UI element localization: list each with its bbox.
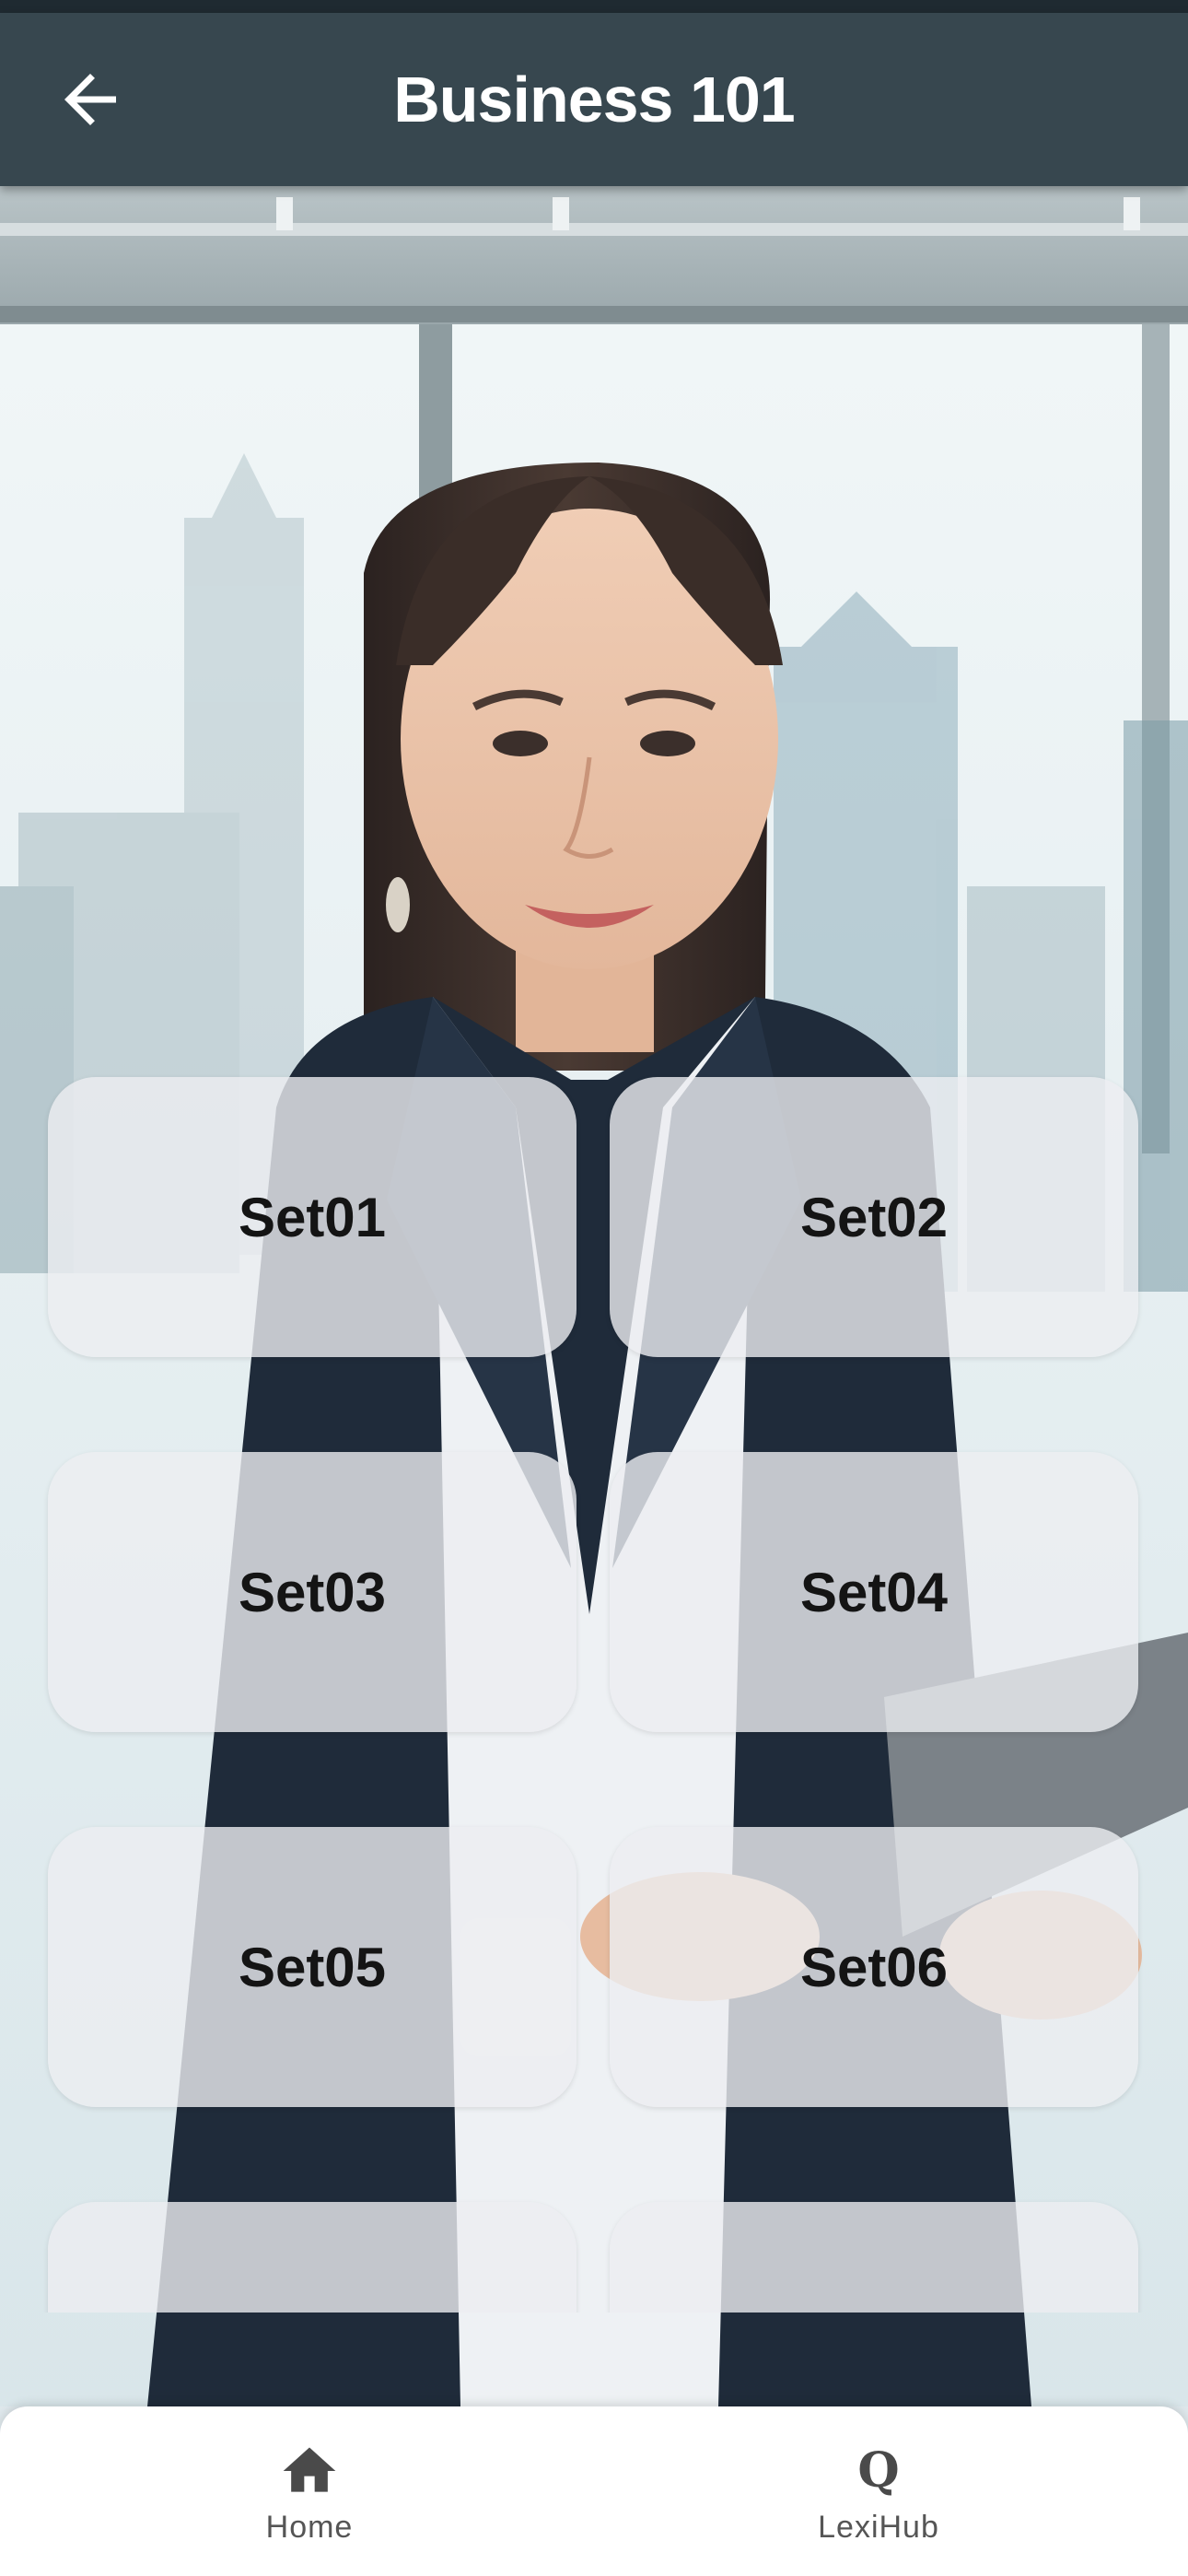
bottom-navigation: Home Q LexiHub (0, 2406, 1188, 2576)
set-button-set04[interactable]: Set04 (610, 1452, 1138, 1732)
set-button-set01[interactable]: Set01 (48, 1077, 577, 1357)
set-button-set07[interactable] (48, 2202, 577, 2313)
set-button-set06[interactable]: Set06 (610, 1827, 1138, 2107)
set-label: Set02 (799, 1186, 949, 1248)
nav-item-lexihub[interactable]: Q LexiHub (740, 2406, 1017, 2576)
nav-label-home: Home (265, 2509, 354, 2545)
status-bar (0, 0, 1188, 13)
set-button-set05[interactable]: Set05 (48, 1827, 577, 2107)
set-label: Set04 (799, 1561, 949, 1623)
set-button-set02[interactable]: Set02 (610, 1077, 1138, 1357)
set-label: Set06 (799, 1936, 949, 1998)
set-grid: Set01 Set02 Set03 Set04 Set05 Set06 (0, 1069, 1188, 2313)
nav-item-home[interactable]: Home (171, 2406, 448, 2576)
q-icon: Q (857, 2438, 899, 2504)
set-button-set03[interactable]: Set03 (48, 1452, 577, 1732)
home-icon (278, 2438, 341, 2504)
page-title: Business 101 (393, 64, 795, 135)
set-label: Set05 (238, 1936, 387, 1998)
nav-label-lexihub: LexiHub (818, 2509, 939, 2545)
set-label: Set03 (238, 1561, 387, 1623)
set-label: Set01 (238, 1186, 387, 1248)
set-button-set08[interactable] (610, 2202, 1138, 2313)
q-glyph: Q (857, 2441, 900, 2499)
app-header: Business 101 (0, 13, 1188, 186)
